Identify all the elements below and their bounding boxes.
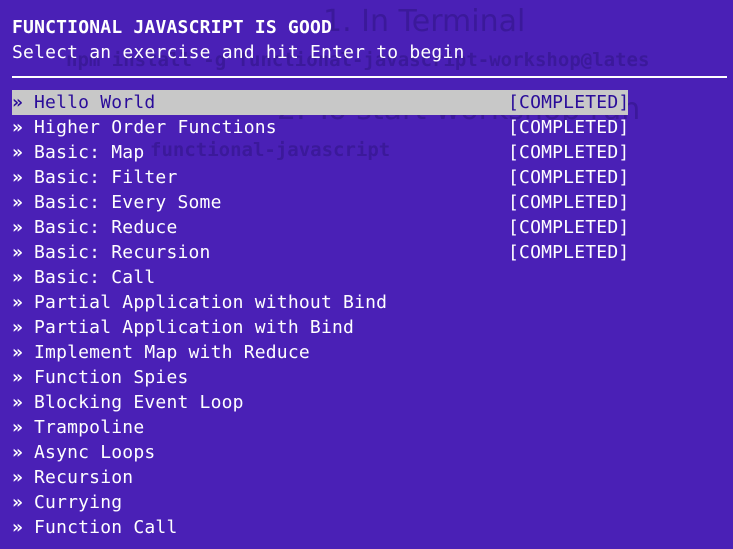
exercise-label: Function Spies <box>34 367 189 388</box>
header-divider <box>12 76 727 78</box>
exercise-menu-item[interactable]: » Function Call <box>12 515 628 540</box>
exercise-label: Currying <box>34 492 123 513</box>
exercise-status-completed: [COMPLETED] <box>508 192 630 213</box>
exercise-status-completed: [COMPLETED] <box>508 217 630 238</box>
exercise-menu-item[interactable]: » Partial Application with Bind <box>12 315 628 340</box>
exercise-label: Higher Order Functions <box>34 117 277 138</box>
workshop-title: FUNCTIONAL JAVASCRIPT IS GOOD <box>12 17 333 38</box>
exercise-menu-item[interactable]: » Recursion <box>12 465 628 490</box>
exercise-label: Basic: Recursion <box>34 242 211 263</box>
exercise-label: Async Loops <box>34 442 156 463</box>
exercise-label: Implement Map with Reduce <box>34 342 310 363</box>
exercise-menu-item[interactable]: » Async Loops <box>12 440 628 465</box>
exercise-status-completed: [COMPLETED] <box>508 142 630 163</box>
exercise-menu-item[interactable]: » Partial Application without Bind <box>12 290 628 315</box>
menu-arrow-icon: » <box>12 492 24 513</box>
exercise-menu-item[interactable]: » Blocking Event Loop <box>12 390 628 415</box>
exercise-label: Function Call <box>34 517 178 538</box>
menu-arrow-icon: » <box>12 417 24 438</box>
workshop-instructions: Select an exercise and hit Enter to begi… <box>12 42 465 63</box>
exercise-label: Trampoline <box>34 417 145 438</box>
exercise-label: Recursion <box>34 467 134 488</box>
exercise-label: Basic: Every Some <box>34 192 222 213</box>
exercise-status-completed: [COMPLETED] <box>508 242 630 263</box>
menu-arrow-icon: » <box>12 117 24 138</box>
exercise-label: Basic: Map <box>34 142 145 163</box>
exercise-menu-item[interactable]: » Basic: Recursion [COMPLETED] <box>12 240 630 265</box>
menu-arrow-icon: » <box>12 392 24 413</box>
exercise-menu-item[interactable]: » Function Spies <box>12 365 628 390</box>
menu-arrow-icon: » <box>12 217 24 238</box>
exercise-menu-item[interactable]: » Basic: Map [COMPLETED] <box>12 140 630 165</box>
menu-arrow-icon: » <box>12 92 24 113</box>
exercise-label: Blocking Event Loop <box>34 392 244 413</box>
menu-arrow-icon: » <box>12 342 24 363</box>
exercise-status-completed: [COMPLETED] <box>508 117 630 138</box>
exercise-label: Partial Application without Bind <box>34 292 388 313</box>
menu-arrow-icon: » <box>12 267 24 288</box>
exercise-label: Partial Application with Bind <box>34 317 355 338</box>
menu-arrow-icon: » <box>12 367 24 388</box>
exercise-menu-item[interactable]: » Currying <box>12 490 628 515</box>
menu-arrow-icon: » <box>12 192 24 213</box>
exercise-menu-item[interactable]: » Trampoline <box>12 415 628 440</box>
menu-arrow-icon: » <box>12 317 24 338</box>
menu-arrow-icon: » <box>12 517 24 538</box>
exercise-menu-item[interactable]: » Higher Order Functions [COMPLETED] <box>12 115 630 140</box>
terminal-window: FUNCTIONAL JAVASCRIPT IS GOOD Select an … <box>0 0 733 549</box>
exercise-label: Hello World <box>34 92 156 113</box>
menu-arrow-icon: » <box>12 292 24 313</box>
exercise-status-completed: [COMPLETED] <box>508 167 630 188</box>
exercise-label: Basic: Reduce <box>34 217 178 238</box>
exercise-menu-item[interactable]: » Hello World [COMPLETED] <box>12 90 630 115</box>
menu-arrow-icon: » <box>12 167 24 188</box>
exercise-status-completed: [COMPLETED] <box>508 92 630 113</box>
exercise-menu-item[interactable]: » Basic: Call <box>12 265 628 290</box>
menu-arrow-icon: » <box>12 442 24 463</box>
exercise-menu-item[interactable]: » Basic: Reduce [COMPLETED] <box>12 215 630 240</box>
exercise-menu-item[interactable]: » Basic: Filter [COMPLETED] <box>12 165 630 190</box>
menu-arrow-icon: » <box>12 142 24 163</box>
menu-arrow-icon: » <box>12 242 24 263</box>
exercise-label: Basic: Call <box>34 267 156 288</box>
exercise-menu-item[interactable]: » Basic: Every Some [COMPLETED] <box>12 190 630 215</box>
exercise-menu-item[interactable]: » Implement Map with Reduce <box>12 340 628 365</box>
exercise-label: Basic: Filter <box>34 167 178 188</box>
menu-arrow-icon: » <box>12 467 24 488</box>
